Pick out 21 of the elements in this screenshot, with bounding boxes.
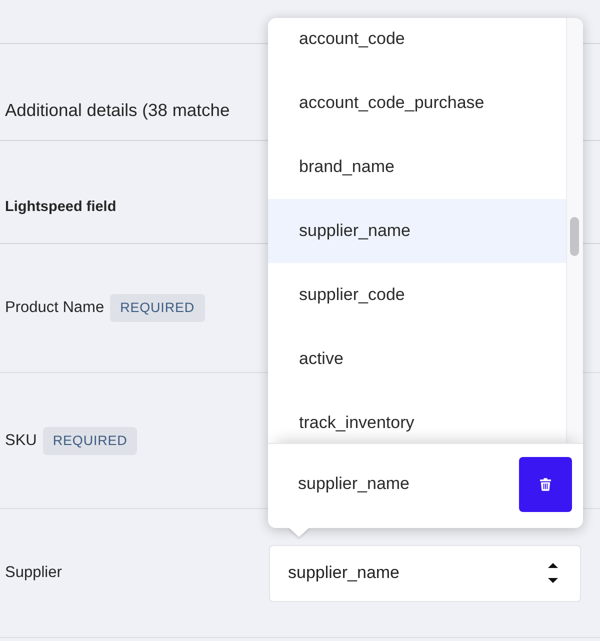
required-badge: REQUIRED	[42, 426, 138, 454]
dropdown-option[interactable]: account_code_purchase	[268, 71, 566, 135]
up-down-arrows-icon	[548, 563, 558, 583]
section-title: Additional details (38 matche	[5, 99, 230, 121]
field-select[interactable]: supplier_name	[269, 544, 581, 602]
delete-button[interactable]	[519, 456, 572, 512]
column-header: Lightspeed field	[5, 198, 116, 217]
dropdown-option[interactable]: account_code	[268, 18, 566, 71]
dropdown-option[interactable]: track_inventory	[268, 391, 566, 443]
dropdown-option[interactable]: active	[268, 327, 566, 391]
scrollbar-track[interactable]	[566, 18, 583, 443]
dropdown-option[interactable]: brand_name	[268, 135, 566, 199]
scrollbar-thumb[interactable]	[570, 217, 579, 256]
dropdown-option[interactable]: supplier_code	[268, 263, 566, 327]
selected-value: supplier_name	[298, 474, 410, 494]
dropdown-option[interactable]: supplier_name	[268, 199, 566, 263]
field-label: Supplier	[5, 563, 62, 583]
trash-icon	[540, 478, 551, 490]
field-label: Product Name	[5, 298, 104, 318]
field-label: SKU	[5, 430, 37, 450]
required-badge: REQUIRED	[110, 294, 205, 322]
